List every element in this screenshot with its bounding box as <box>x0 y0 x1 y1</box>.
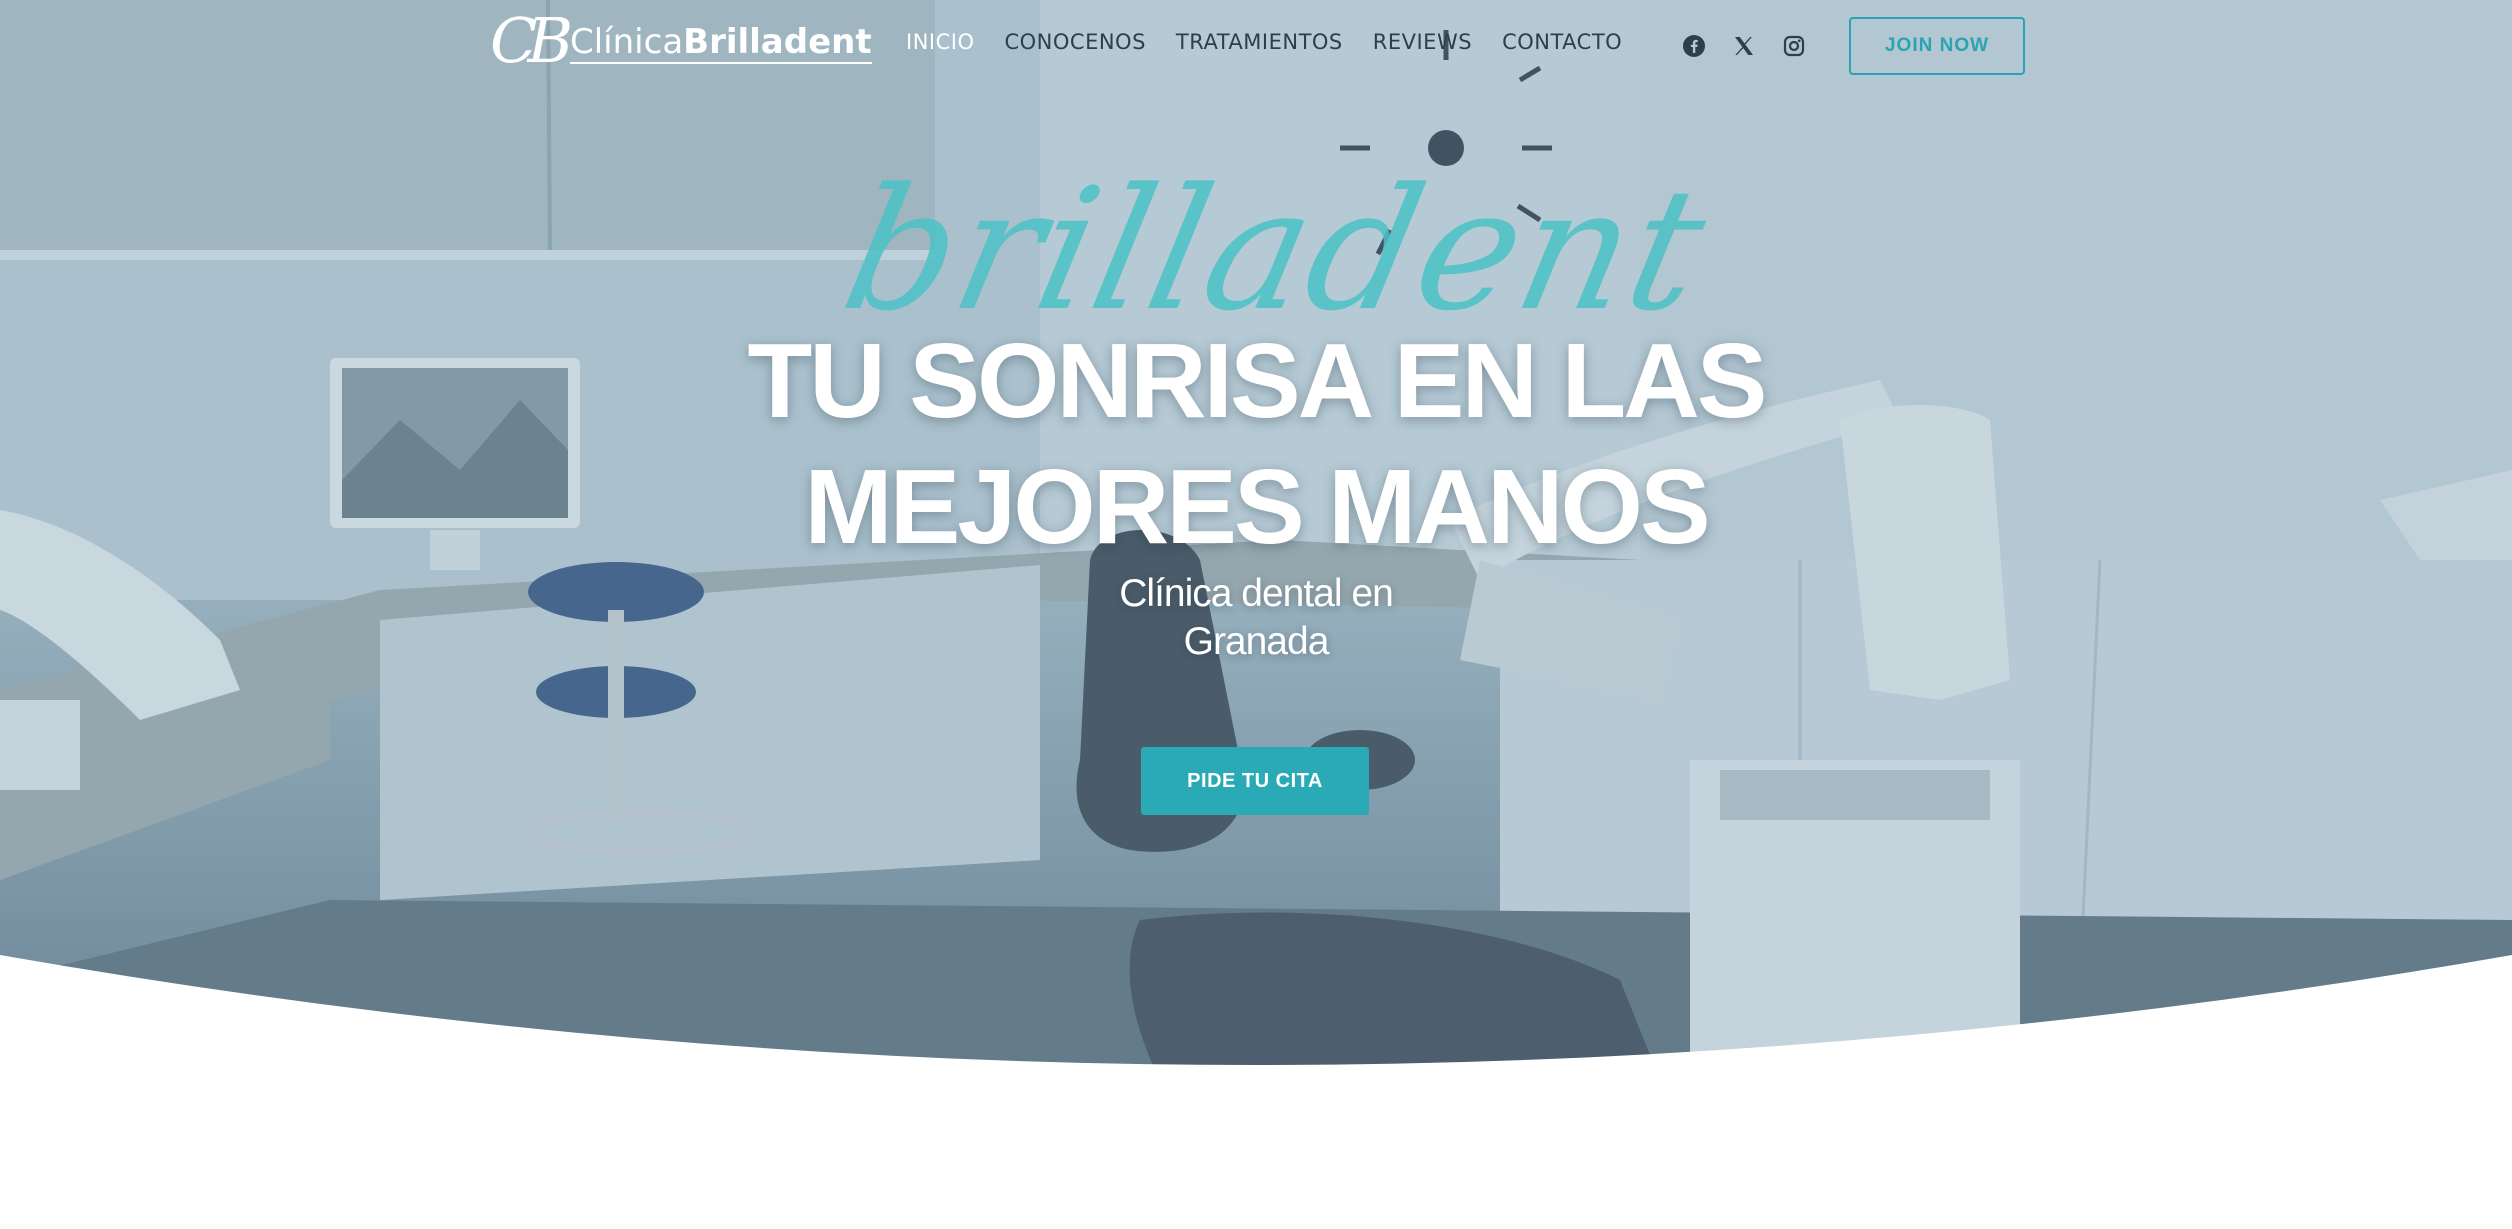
site-logo[interactable]: CB ClínicaBrilladent <box>490 4 872 77</box>
logo-monogram: CB <box>490 4 573 77</box>
hero-headline-line-2: MEJORES MANOS <box>804 448 1710 566</box>
hero-subheading-line-2: Granada <box>1183 620 1330 663</box>
hero-script-brand: brilladent <box>829 152 1723 348</box>
logo-wordmark: ClínicaBrilladent <box>570 22 872 64</box>
nav-item-tratamientos[interactable]: TRATAMIENTOS <box>1176 30 1343 54</box>
nav-item-conocenos[interactable]: CONOCENOS <box>1004 30 1145 54</box>
hero-subheading: Clínica dental en Granada <box>1056 570 1456 666</box>
instagram-icon[interactable] <box>1782 34 1806 58</box>
join-now-button[interactable]: JOIN NOW <box>1849 17 2025 75</box>
nav-item-inicio[interactable]: INICIO <box>906 30 974 54</box>
nav-item-contacto[interactable]: CONTACTO <box>1502 30 1622 54</box>
main-nav: INICIO CONOCENOS TRATAMIENTOS REVIEWS CO… <box>906 30 1652 54</box>
pide-tu-cita-button[interactable]: PIDE TU CITA <box>1141 747 1369 815</box>
x-twitter-icon[interactable] <box>1732 34 1756 58</box>
nav-item-reviews[interactable]: REVIEWS <box>1373 30 1472 54</box>
hero-headline-line-1: TU SONRISA EN LAS <box>747 322 1768 440</box>
facebook-icon[interactable] <box>1682 34 1706 58</box>
landing-page: CB ClínicaBrilladent INICIO CONOCENOS TR… <box>0 0 2512 1229</box>
hero-headline: TU SONRISA EN LAS MEJORES MANOS <box>0 318 2512 570</box>
logo-text-light: Clínica <box>570 22 684 62</box>
hero-subheading-line-1: Clínica dental en <box>1119 572 1394 615</box>
social-links <box>1682 34 1806 58</box>
logo-text-bold: Brilladent <box>683 22 872 62</box>
